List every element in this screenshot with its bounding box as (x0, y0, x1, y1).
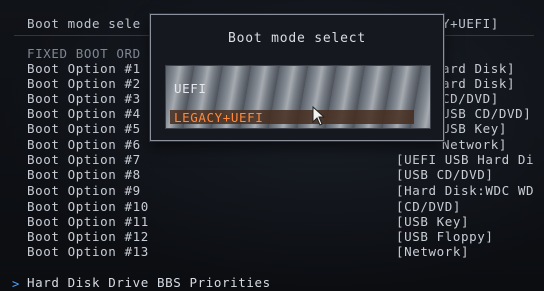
boot-option-label[interactable]: Boot Option #11 (27, 215, 149, 229)
boot-option-value[interactable]: USB CD/DVD] (442, 107, 531, 121)
boot-option-value[interactable]: [UEFI USB Hard Di (396, 153, 534, 167)
boot-option-value[interactable]: [Hard Disk:WDC WD (396, 184, 534, 198)
boot-option-value[interactable]: [USB Key] (396, 215, 469, 229)
boot-option-label[interactable]: Boot Option #7 (27, 153, 141, 167)
hdd-bbs-priorities-item[interactable]: Hard Disk Drive BBS Priorities (27, 276, 271, 290)
submenu-arrow-icon: > (12, 277, 20, 291)
boot-option-label[interactable]: Boot Option #13 (27, 245, 149, 259)
boot-option-label[interactable]: Boot Option #4 (27, 107, 141, 121)
boot-option-label[interactable]: Boot Option #5 (27, 122, 141, 136)
boot-option-value[interactable]: [USB CD/DVD] (396, 168, 494, 182)
boot-option-value[interactable]: CD/DVD] (442, 92, 499, 106)
boot-option-label[interactable]: Boot Option #12 (27, 230, 149, 244)
dialog-options-list: UEFI LEGACY+UEFI (165, 65, 431, 129)
boot-option-value[interactable]: [Network] (396, 245, 469, 259)
option-legacy-uefi[interactable]: LEGACY+UEFI (174, 111, 263, 125)
boot-option-value[interactable]: Network] (442, 138, 507, 152)
boot-option-label[interactable]: Boot Option #2 (27, 77, 141, 91)
mouse-pointer-icon (312, 106, 326, 126)
boot-option-label[interactable]: Boot Option #8 (27, 168, 141, 182)
dialog-title: Boot mode select (227, 31, 367, 46)
boot-mode-setting-label[interactable]: Boot mode sele (27, 17, 141, 31)
fixed-boot-order-header: FIXED BOOT ORD (27, 46, 141, 61)
boot-option-label[interactable]: Boot Option #9 (27, 184, 141, 198)
option-uefi[interactable]: UEFI (174, 82, 207, 96)
boot-option-value[interactable]: [USB Floppy] (396, 230, 494, 244)
boot-mode-setting-value[interactable]: Y+UEFI] (442, 17, 499, 31)
boot-option-value[interactable]: ard Disk] (442, 77, 515, 91)
boot-option-label[interactable]: Boot Option #3 (27, 92, 141, 106)
boot-mode-select-dialog: Boot mode select UEFI LEGACY+UEFI (150, 14, 444, 141)
boot-option-label[interactable]: Boot Option #1 (27, 62, 141, 76)
boot-option-label[interactable]: Boot Option #10 (27, 200, 149, 214)
boot-option-label[interactable]: Boot Option #6 (27, 138, 141, 152)
boot-option-value[interactable]: ard Disk] (442, 62, 515, 76)
boot-option-value[interactable]: USB Key] (442, 122, 507, 136)
bios-screen: Boot mode sele Y+UEFI] FIXED BOOT ORD Bo… (0, 0, 544, 291)
boot-option-value[interactable]: [CD/DVD] (396, 200, 461, 214)
